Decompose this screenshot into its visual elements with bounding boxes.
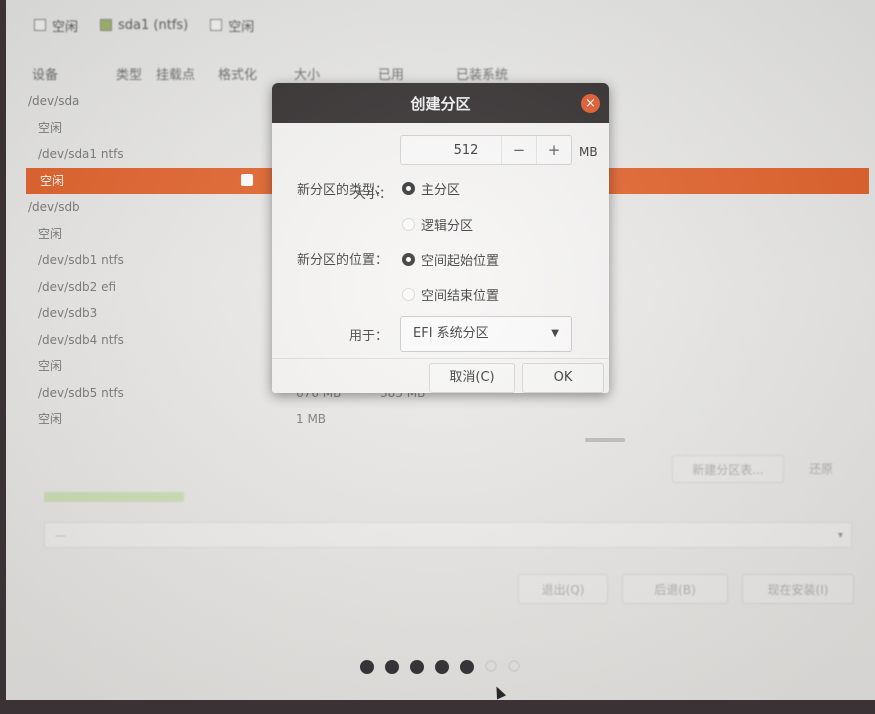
- revert-button[interactable]: 还原: [796, 455, 846, 481]
- mouse-pointer-icon: [491, 684, 507, 700]
- progress-dot-filled: [435, 660, 449, 674]
- create-partition-dialog: 创建分区 × 大小： 512 − + MB 新分区的类型： 主分区 逻辑分区 新…: [272, 83, 609, 393]
- col-installed[interactable]: 已装系统: [456, 64, 508, 83]
- size-spinbox[interactable]: 512 − +: [400, 135, 572, 165]
- partition-name: /dev/sdb: [28, 200, 80, 214]
- radio-end[interactable]: 空间结束位置: [402, 285, 499, 304]
- format-checkbox[interactable]: [241, 173, 253, 186]
- ok-button[interactable]: OK: [522, 363, 604, 393]
- table-row[interactable]: 空闲 1 MB: [24, 406, 869, 433]
- quit-button[interactable]: 退出(Q): [518, 574, 608, 604]
- increment-button[interactable]: +: [536, 136, 571, 164]
- radio-label: 主分区: [421, 183, 461, 198]
- radio-checked-icon[interactable]: [402, 253, 415, 266]
- col-mount[interactable]: 挂载点: [156, 64, 195, 83]
- radio-logical[interactable]: 逻辑分区: [402, 215, 473, 234]
- progress-dot-filled: [360, 660, 374, 674]
- strip-label: sda1 (ntfs): [118, 17, 189, 33]
- use-as-label: 用于：: [348, 329, 388, 344]
- partition-name: 空闲: [38, 226, 63, 241]
- radio-unchecked-icon[interactable]: [402, 288, 415, 301]
- installer-screen: 空闲 sda1 (ntfs) 空闲 设备 类型 挂载点 格式化 大小 已用 已装…: [0, 0, 875, 706]
- partition-name: 空闲: [38, 412, 63, 426]
- close-icon[interactable]: ×: [581, 94, 600, 113]
- decrement-button[interactable]: −: [501, 136, 536, 164]
- free-swatch-icon: [34, 19, 46, 31]
- chevron-down-icon: ▾: [837, 530, 843, 541]
- radio-checked-icon[interactable]: [402, 182, 415, 195]
- partition-name: /dev/sdb4 ntfs: [38, 332, 124, 347]
- strip-label: 空闲: [52, 19, 79, 35]
- radio-unchecked-icon[interactable]: [402, 218, 415, 231]
- partition-name: /dev/sdb2 efi: [38, 279, 117, 294]
- bootloader-device-label: [44, 492, 184, 502]
- radio-start[interactable]: 空间起始位置: [402, 250, 499, 269]
- radio-label: 空间结束位置: [421, 289, 500, 304]
- cancel-button[interactable]: 取消(C): [429, 363, 515, 393]
- install-progress-dots: [360, 660, 520, 674]
- col-format[interactable]: 格式化: [218, 64, 257, 83]
- partition-type-label: 新分区的类型：: [296, 183, 388, 198]
- col-used[interactable]: 已用: [378, 64, 404, 83]
- partition-name: /dev/sdb3: [38, 306, 98, 320]
- strip-segment-sda1: sda1 (ntfs): [94, 16, 194, 35]
- horizontal-scrollbar[interactable]: [585, 438, 625, 442]
- partition-position-label: 新分区的位置：: [296, 253, 388, 268]
- partition-name: /dev/sda: [28, 94, 80, 108]
- col-type[interactable]: 类型: [116, 64, 142, 83]
- monitor-bezel-left: [0, 0, 6, 714]
- progress-dot-filled: [385, 660, 399, 674]
- use-as-value: EFI 系统分区: [413, 326, 489, 341]
- radio-label: 逻辑分区: [421, 219, 474, 234]
- partition-name: /dev/sda1 ntfs: [38, 147, 124, 161]
- dialog-titlebar[interactable]: 创建分区 ×: [272, 83, 609, 123]
- monitor-bezel-bottom: [0, 700, 875, 714]
- size-unit: MB: [579, 145, 598, 159]
- dialog-title: 创建分区: [410, 95, 471, 113]
- partition-size: 1 MB: [296, 412, 327, 426]
- col-device[interactable]: 设备: [32, 64, 58, 83]
- install-now-button[interactable]: 现在安装(I): [742, 574, 854, 604]
- select-placeholder: —: [55, 529, 66, 542]
- partition-name: 空闲: [40, 173, 65, 188]
- strip-segment-free-2: 空闲: [204, 14, 260, 37]
- chevron-down-icon: ▼: [551, 328, 559, 339]
- partition-name: 空闲: [38, 120, 63, 135]
- col-size[interactable]: 大小: [294, 64, 320, 83]
- dialog-button-row: 取消(C) OK: [272, 358, 609, 393]
- radio-label: 空间起始位置: [421, 254, 500, 269]
- back-button[interactable]: 后退(B): [622, 574, 728, 604]
- free-swatch-icon: [210, 19, 223, 31]
- partition-name: /dev/sdb1 ntfs: [38, 253, 124, 267]
- progress-dot-empty: [485, 660, 497, 672]
- partition-name: 空闲: [38, 359, 63, 373]
- progress-dot-filled: [410, 660, 424, 674]
- strip-segment-free-1: 空闲: [28, 14, 84, 37]
- bootloader-device-select[interactable]: — ▾: [44, 522, 852, 548]
- radio-primary[interactable]: 主分区: [402, 179, 460, 198]
- strip-label: 空闲: [228, 19, 255, 35]
- progress-dot-filled: [460, 660, 474, 674]
- partition-table-header: 设备 类型 挂载点 格式化 大小 已用 已装系统: [28, 64, 855, 83]
- new-partition-table-button[interactable]: 新建分区表...: [672, 455, 784, 483]
- progress-dot-empty: [508, 660, 520, 672]
- size-value[interactable]: 512: [401, 143, 501, 158]
- use-as-dropdown[interactable]: EFI 系统分区 ▼: [400, 316, 572, 352]
- partition-name: /dev/sdb5 ntfs: [38, 385, 124, 400]
- ntfs-swatch-icon: [100, 19, 113, 31]
- disk-usage-strip: 空闲 sda1 (ntfs) 空闲: [28, 10, 260, 40]
